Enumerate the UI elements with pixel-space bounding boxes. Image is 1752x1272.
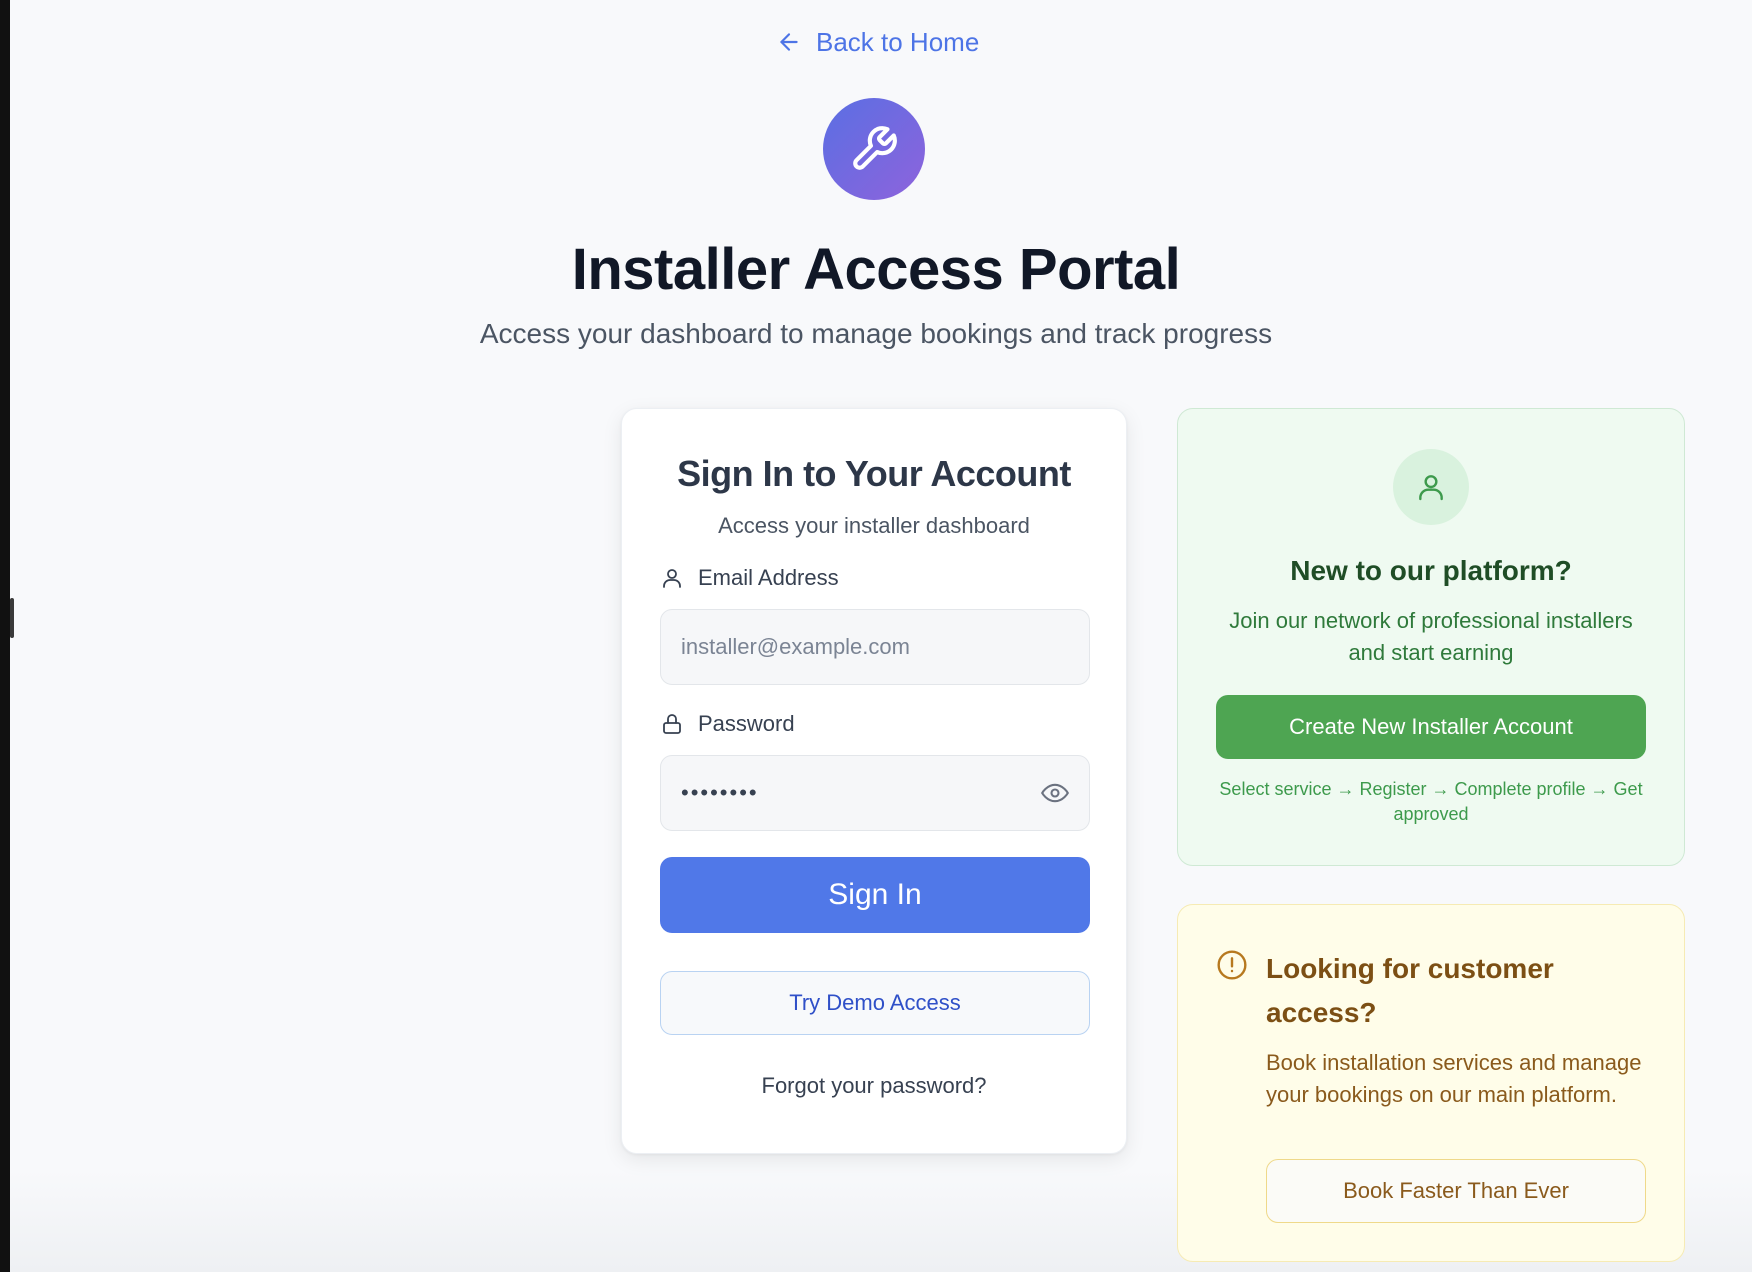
password-value: •••••••• [681, 780, 759, 805]
show-password-button[interactable] [1041, 779, 1069, 807]
signup-steps: Select service → Register → Complete pro… [1219, 779, 1643, 824]
forgot-password-link[interactable]: Forgot your password? [622, 1073, 1126, 1099]
new-installer-title: New to our platform? [1290, 555, 1572, 586]
back-link-label: Back to Home [816, 26, 980, 57]
user-icon [663, 569, 681, 588]
alert-circle-icon [1217, 950, 1247, 980]
try-demo-button[interactable]: Try Demo Access [660, 971, 1090, 1035]
signin-card: Sign In to Your Account Access your inst… [621, 408, 1127, 1154]
arrow-left-icon [780, 33, 798, 51]
page-subtitle: Access your dashboard to manage bookings… [479, 318, 1273, 349]
customer-access-card: Looking for customer access? Book instal… [1177, 904, 1685, 1262]
sign-in-button[interactable]: Sign In [660, 857, 1090, 933]
new-installer-icon-badge [1393, 449, 1469, 525]
customer-access-title: Looking for customer access? [1266, 953, 1554, 1028]
page-title: Installer Access Portal [571, 237, 1181, 302]
new-installer-text: Join our network of professional install… [1229, 608, 1633, 665]
email-label: Email Address [660, 565, 839, 591]
eye-icon [1041, 783, 1069, 803]
wrench-icon [853, 126, 897, 170]
password-label-text: Password [698, 711, 795, 736]
page: Back to Home Installer Access Portal Acc… [10, 0, 1752, 1272]
lock-icon [663, 714, 681, 734]
password-label: Password [660, 711, 795, 737]
window-resize-handle[interactable] [10, 598, 14, 638]
password-field[interactable]: •••••••• [660, 755, 1090, 831]
signin-title: Sign In to Your Account [677, 453, 1071, 494]
customer-access-text: Book installation services and manage yo… [1266, 1050, 1642, 1107]
email-label-text: Email Address [698, 565, 839, 590]
signin-subtitle: Access your installer dashboard [718, 513, 1030, 538]
create-account-button[interactable]: Create New Installer Account [1216, 695, 1646, 759]
new-installer-card: New to our platform? Join our network of… [1177, 408, 1685, 866]
logo [823, 98, 925, 200]
book-faster-button[interactable]: Book Faster Than Ever [1266, 1159, 1646, 1223]
email-field[interactable] [681, 634, 1069, 660]
user-icon [1419, 475, 1443, 501]
email-field-box [660, 609, 1090, 685]
back-to-home-link[interactable]: Back to Home [776, 24, 996, 60]
